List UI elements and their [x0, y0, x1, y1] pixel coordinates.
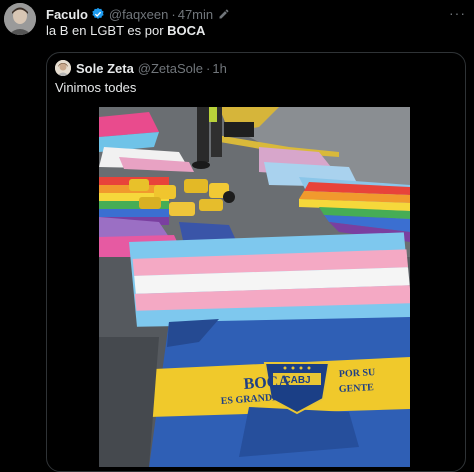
- banner-left-top: BOCA: [243, 373, 291, 393]
- more-options-icon[interactable]: ···: [449, 5, 466, 21]
- quoted-author-avatar[interactable]: [55, 60, 71, 76]
- quoted-author-handle[interactable]: @ZetaSole: [138, 61, 203, 76]
- quoted-tweet[interactable]: Sole Zeta @ZetaSole · 1h Vinimos todes C…: [46, 52, 466, 472]
- author-avatar[interactable]: [4, 3, 36, 35]
- tweet-time[interactable]: 47min: [178, 7, 213, 22]
- banner-right-top: POR SU: [339, 367, 376, 380]
- street-flags-photo: CABJ BOCA ES GRANDE POR SU GENTE: [99, 107, 410, 467]
- separator-dot: ·: [171, 6, 176, 22]
- banner-right-bottom: GENTE: [339, 382, 375, 395]
- quoted-tweet-time[interactable]: 1h: [212, 61, 226, 76]
- quoted-tweet-text: Vinimos todes: [55, 80, 137, 95]
- verified-badge-icon: [92, 7, 104, 19]
- quoted-author-name[interactable]: Sole Zeta: [76, 61, 134, 76]
- author-handle[interactable]: @faqxeen: [109, 7, 168, 22]
- tweet-header: Faculo @faqxeen · 47min ···: [46, 5, 466, 23]
- author-name[interactable]: Faculo: [46, 7, 88, 22]
- tweet-text-prefix: la B en LGBT es por: [46, 23, 168, 38]
- quoted-tweet-header: Sole Zeta @ZetaSole · 1h: [55, 60, 227, 76]
- tweet-text: la B en LGBT es por BOCA: [46, 23, 205, 38]
- edit-icon[interactable]: [218, 8, 230, 20]
- tweet-text-bold: BOCA: [167, 23, 206, 38]
- quoted-separator-dot: ·: [206, 60, 211, 76]
- quoted-tweet-photo[interactable]: CABJ BOCA ES GRANDE POR SU GENTE: [99, 107, 410, 467]
